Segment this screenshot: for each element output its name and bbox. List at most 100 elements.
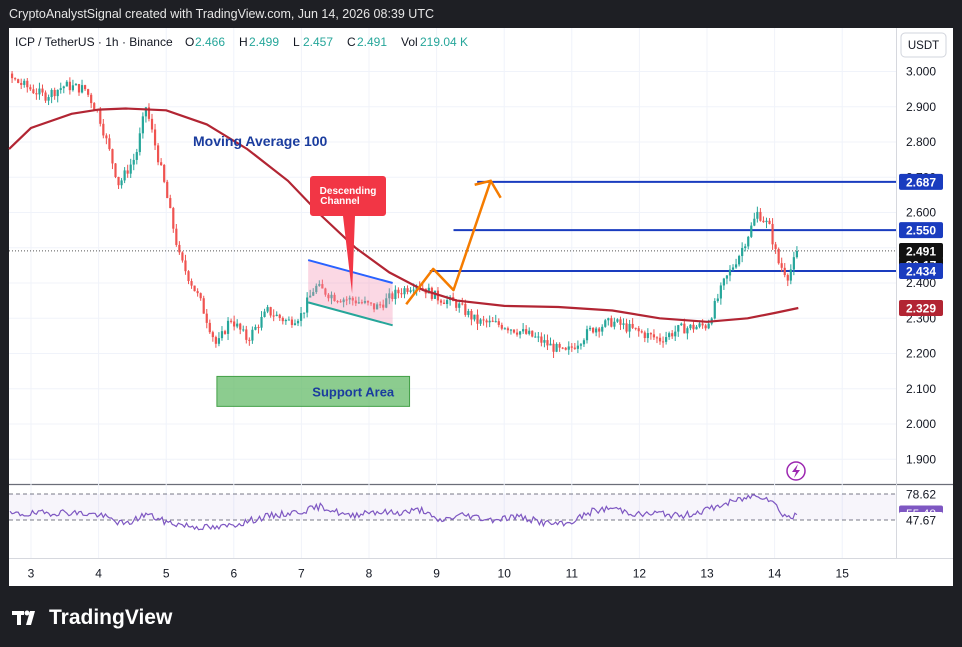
candle-body — [269, 307, 272, 316]
candle-body — [187, 271, 190, 282]
candle-body — [138, 133, 141, 153]
candle-body — [625, 323, 628, 332]
candle-body — [643, 332, 646, 339]
candle-body — [646, 333, 649, 339]
candle-body — [734, 264, 738, 268]
candle-body — [455, 301, 458, 308]
time-tick-label: 15 — [836, 567, 850, 581]
candle-body — [595, 328, 598, 333]
candle-body — [77, 84, 81, 93]
candle-body — [470, 310, 473, 320]
rsi-tag-label: 78.62 — [906, 488, 936, 502]
candle-body — [610, 318, 613, 327]
time-tick-label: 5 — [163, 567, 170, 581]
candle-body — [296, 320, 300, 324]
candle-body — [537, 336, 540, 338]
legend-vol-label: Vol — [401, 35, 418, 49]
candle-body — [771, 223, 774, 245]
price-tick-label: 1.900 — [906, 452, 936, 466]
price-tick-label: 2.900 — [906, 100, 936, 114]
candle-body — [774, 244, 777, 249]
candle-body — [93, 103, 96, 110]
candle-body — [467, 310, 470, 315]
candle-body — [172, 208, 175, 229]
candle-body — [564, 347, 567, 350]
candle-body — [169, 198, 172, 209]
candle-body — [561, 347, 564, 349]
candle-body — [549, 343, 552, 346]
candle-body — [701, 323, 704, 326]
candle-body — [90, 94, 93, 104]
price-chart[interactable]: Support AreaMoving Average 100Descending… — [0, 0, 962, 647]
candle-body — [184, 260, 187, 272]
candle-body — [272, 315, 275, 317]
candle-body — [239, 323, 242, 330]
candle-body — [512, 329, 516, 333]
price-tick-label: 2.600 — [906, 206, 936, 220]
time-tick-label: 3 — [28, 567, 35, 581]
candle-body — [695, 326, 698, 330]
candle-body — [552, 343, 555, 352]
candle-body — [722, 278, 725, 286]
candle-body — [534, 336, 537, 338]
candle-body — [132, 159, 135, 165]
candle-body — [461, 303, 464, 305]
candle-body — [217, 338, 221, 344]
candle-body — [23, 80, 26, 85]
candle-body — [585, 329, 589, 341]
candle-body — [619, 319, 622, 325]
candle-body — [522, 329, 525, 332]
candle-body — [29, 87, 32, 90]
candle-body — [704, 325, 707, 329]
rsi-tag-label: 47.67 — [906, 513, 936, 527]
tradingview-logo[interactable]: TradingView — [12, 606, 172, 630]
candle-body — [303, 312, 306, 314]
price-tag-label: 2.329 — [906, 302, 936, 316]
candle-body — [509, 329, 513, 331]
price-tag-label: 2.434 — [906, 265, 936, 279]
candle-body — [175, 228, 178, 245]
candle-body — [491, 320, 494, 322]
candle-body — [87, 89, 90, 95]
candle-body — [780, 263, 783, 268]
candle-body — [692, 324, 695, 330]
candle-body — [598, 328, 601, 332]
candle-body — [665, 337, 668, 342]
candle-body — [677, 325, 680, 332]
candle-body — [786, 275, 789, 281]
candle-body — [205, 313, 208, 323]
candle-body — [214, 337, 217, 344]
candle-body — [515, 332, 519, 335]
candle-body — [725, 275, 729, 279]
candle-body — [190, 281, 193, 286]
candle-body — [14, 78, 17, 80]
candle-body — [570, 346, 573, 348]
brand-name: TradingView — [49, 606, 173, 629]
time-tick-label: 9 — [433, 567, 440, 581]
candle-body — [245, 329, 248, 340]
legend-low: 2.457 — [303, 35, 333, 49]
candle-body — [44, 92, 47, 101]
main-pane — [9, 28, 896, 483]
candle-body — [108, 138, 111, 150]
tradingview-logo-icon — [12, 610, 35, 625]
candle-body — [114, 163, 117, 177]
candle-body — [111, 149, 114, 164]
candle-body — [741, 248, 744, 257]
candle-body — [263, 311, 266, 317]
candle-body — [257, 326, 260, 328]
moving-average-label: Moving Average 100 — [193, 133, 328, 149]
candle-body — [41, 88, 44, 93]
candle-body — [99, 110, 102, 124]
candle-body — [442, 302, 446, 304]
legend-high: 2.499 — [249, 35, 279, 49]
candle-body — [409, 290, 412, 292]
candle-body — [71, 85, 75, 91]
candle-body — [287, 319, 290, 321]
candle-body — [473, 314, 476, 320]
candle-body — [266, 307, 269, 312]
candle-body — [649, 333, 652, 335]
candle-body — [458, 303, 461, 308]
candle-body — [728, 269, 732, 276]
candle-body — [32, 89, 35, 94]
